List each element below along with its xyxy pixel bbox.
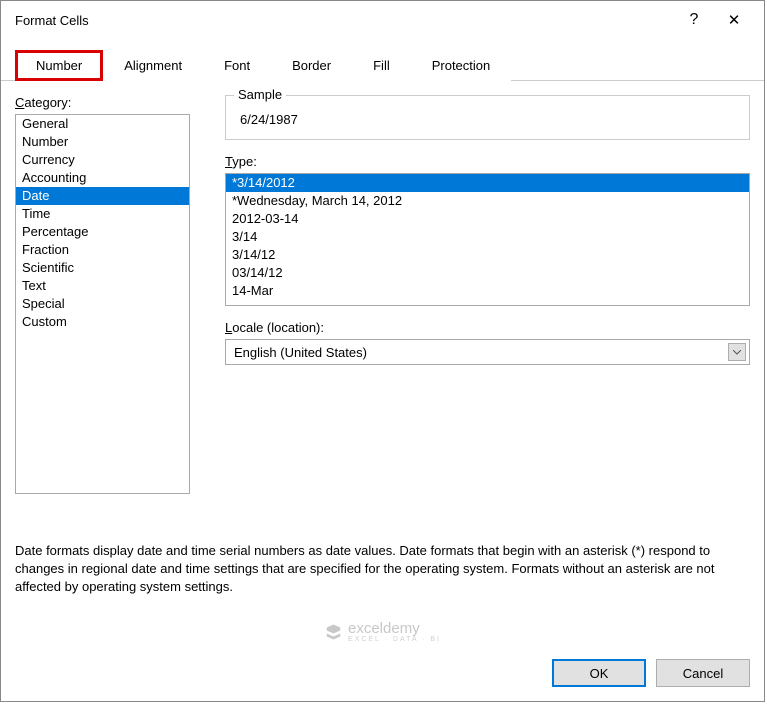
category-item-accounting[interactable]: Accounting (16, 169, 189, 187)
type-item-1[interactable]: *Wednesday, March 14, 2012 (226, 192, 749, 210)
type-item-4[interactable]: 3/14/12 (226, 246, 749, 264)
close-button[interactable]: ✕ (714, 11, 754, 29)
cancel-button[interactable]: Cancel (656, 659, 750, 687)
tab-font[interactable]: Font (203, 50, 271, 81)
watermark-name: exceldemy (348, 620, 420, 637)
help-button[interactable]: ? (674, 11, 714, 29)
category-label: Category: (15, 95, 197, 110)
type-item-0[interactable]: *3/14/2012 (226, 174, 749, 192)
watermark-tagline: EXCEL · DATA · BI (348, 636, 441, 643)
format-cells-dialog: Format Cells ? ✕ Number Alignment Font B… (0, 0, 765, 702)
type-item-5[interactable]: 03/14/12 (226, 264, 749, 282)
type-item-6[interactable]: 14-Mar (226, 282, 749, 300)
right-section: Sample 6/24/1987 Type: *3/14/2012 *Wedne… (225, 95, 750, 365)
category-item-special[interactable]: Special (16, 295, 189, 313)
category-item-percentage[interactable]: Percentage (16, 223, 189, 241)
sample-value: 6/24/1987 (236, 106, 739, 127)
category-item-time[interactable]: Time (16, 205, 189, 223)
tab-border[interactable]: Border (271, 50, 352, 81)
category-item-currency[interactable]: Currency (16, 151, 189, 169)
description-text: Date formats display date and time seria… (15, 494, 750, 596)
category-list[interactable]: General Number Currency Accounting Date … (15, 114, 190, 494)
tab-content-number: Category: General Number Currency Accoun… (1, 81, 764, 610)
tab-protection[interactable]: Protection (411, 50, 512, 81)
tab-bar: Number Alignment Font Border Fill Protec… (1, 49, 764, 81)
ok-button[interactable]: OK (552, 659, 646, 687)
sample-box: Sample 6/24/1987 (225, 95, 750, 140)
locale-label: Locale (location): (225, 320, 750, 335)
watermark: exceldemy EXCEL · DATA · BI (324, 621, 441, 643)
category-item-custom[interactable]: Custom (16, 313, 189, 331)
category-item-general[interactable]: General (16, 115, 189, 133)
watermark-icon (324, 623, 342, 641)
tab-alignment[interactable]: Alignment (103, 50, 203, 81)
type-item-3[interactable]: 3/14 (226, 228, 749, 246)
category-section: Category: General Number Currency Accoun… (15, 95, 197, 494)
tab-number[interactable]: Number (15, 50, 103, 81)
locale-select[interactable]: English (United States) (225, 339, 750, 365)
type-label: Type: (225, 154, 750, 169)
category-item-number[interactable]: Number (16, 133, 189, 151)
category-item-date[interactable]: Date (16, 187, 189, 205)
chevron-down-icon[interactable] (728, 343, 746, 361)
category-item-scientific[interactable]: Scientific (16, 259, 189, 277)
type-item-2[interactable]: 2012-03-14 (226, 210, 749, 228)
tab-fill[interactable]: Fill (352, 50, 411, 81)
sample-label: Sample (234, 87, 286, 102)
category-item-fraction[interactable]: Fraction (16, 241, 189, 259)
titlebar: Format Cells ? ✕ (1, 1, 764, 39)
locale-value: English (United States) (234, 345, 367, 360)
category-item-text[interactable]: Text (16, 277, 189, 295)
type-list[interactable]: *3/14/2012 *Wednesday, March 14, 2012 20… (225, 173, 750, 306)
button-bar: OK Cancel (552, 659, 750, 687)
dialog-title: Format Cells (11, 13, 674, 28)
